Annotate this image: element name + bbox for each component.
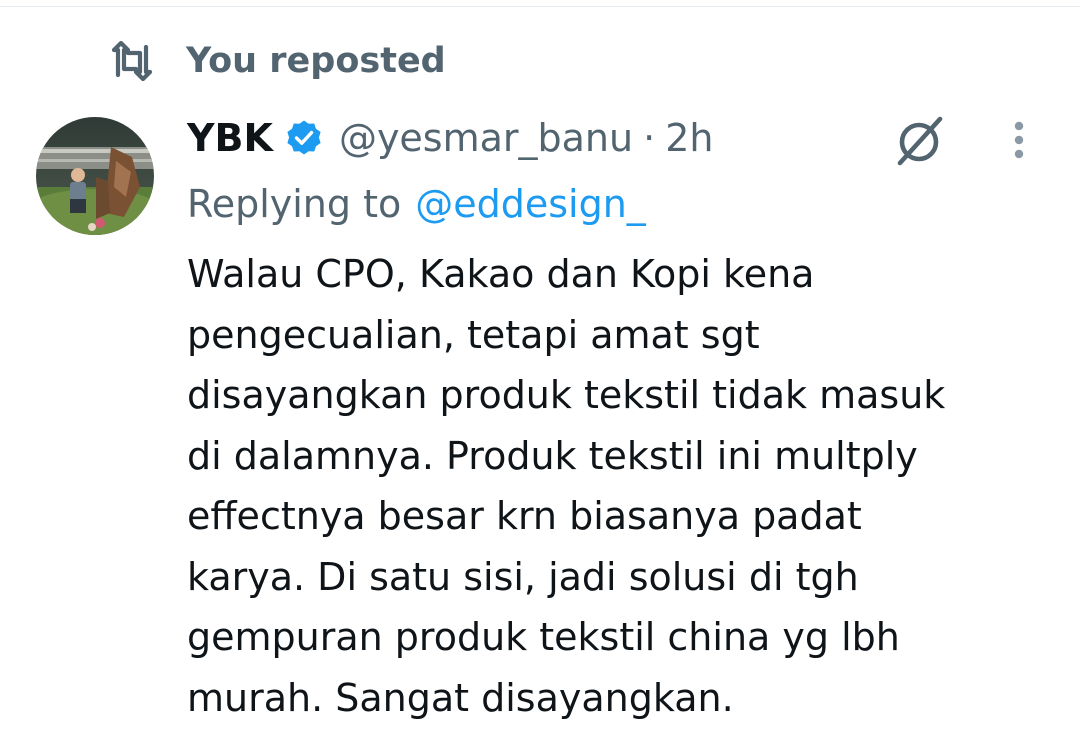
tweet-card[interactable]: You reposted YBK @yesmar_banu · 2h Reply…	[0, 0, 1080, 741]
tweet-text-line: gempuran produk tekstil china yg lbh	[187, 615, 900, 659]
tweet-text: Walau CPO, Kakao dan Kopi kena pengecual…	[187, 244, 1067, 728]
separator-dot: ·	[643, 116, 656, 160]
tweet-text-line: Walau CPO, Kakao dan Kopi kena	[187, 252, 815, 296]
tweet-header: YBK @yesmar_banu · 2h	[187, 110, 713, 166]
user-handle[interactable]: @yesmar_banu	[339, 116, 633, 160]
divider	[0, 6, 1080, 7]
repost-context[interactable]: You reposted	[108, 38, 446, 84]
grok-icon[interactable]	[892, 113, 948, 169]
tweet-text-line: pengecualian, tetapi amat sgt	[187, 312, 760, 357]
repost-icon	[108, 41, 156, 81]
repost-label: You reposted	[186, 41, 446, 81]
verified-badge-icon	[285, 119, 323, 157]
avatar[interactable]	[36, 117, 154, 235]
tweet-text-line: di dalamnya. Produk tekstil ini multply	[187, 433, 918, 478]
replied-user-link[interactable]: @eddesign_	[415, 182, 646, 226]
replying-to-label: Replying to	[187, 182, 402, 226]
more-options-icon[interactable]	[1004, 118, 1034, 164]
replying-to: Replying to @eddesign_	[187, 178, 646, 230]
display-name[interactable]: YBK	[187, 116, 273, 160]
tweet-text-line: effectnya besar krn biasanya padat	[187, 494, 862, 538]
timestamp[interactable]: 2h	[665, 116, 713, 160]
tweet-text-line: karya. Di satu sisi, jadi solusi di tgh	[187, 554, 859, 599]
tweet-text-line: disayangkan produk tekstil tidak masuk	[187, 373, 946, 417]
tweet-text-line: murah. Sangat disayangkan.	[187, 675, 734, 720]
